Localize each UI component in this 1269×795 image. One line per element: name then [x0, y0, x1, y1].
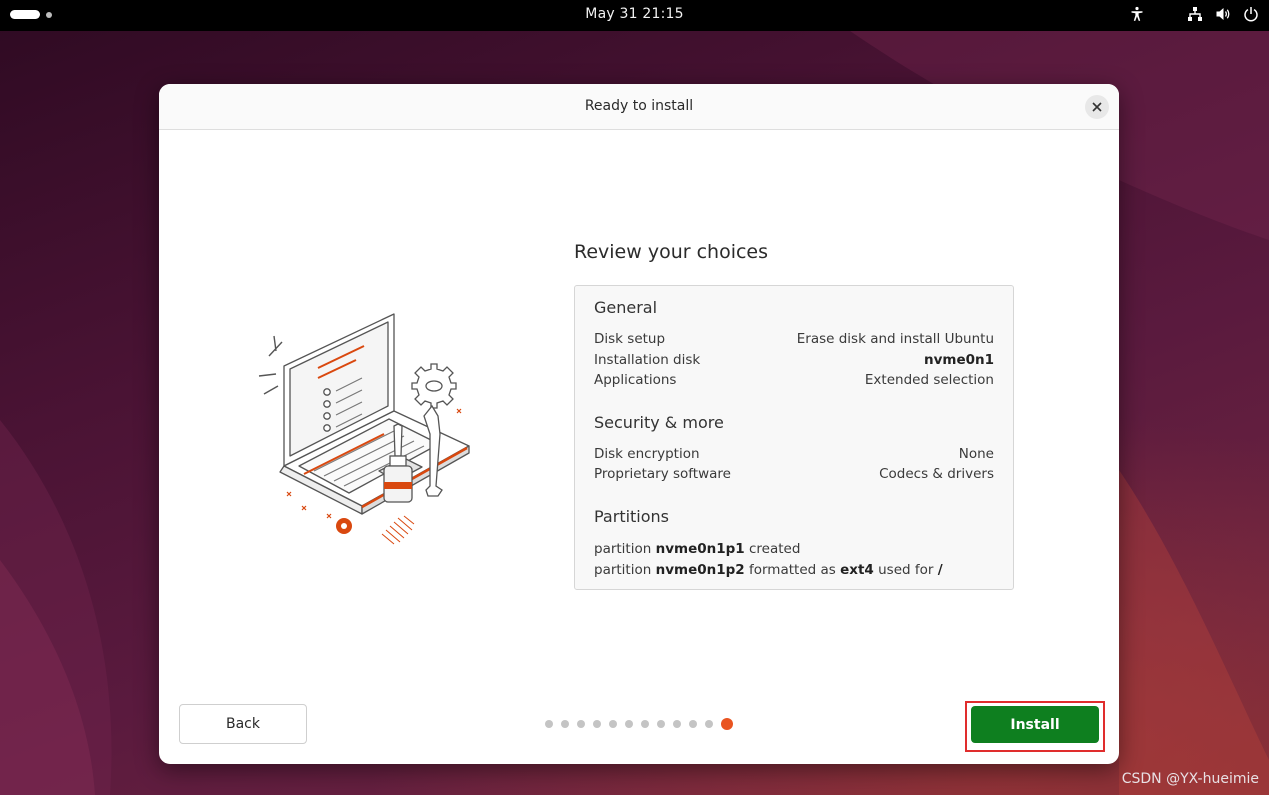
network-icon[interactable] — [1187, 6, 1203, 22]
partition-prefix: partition — [594, 541, 652, 557]
partition-mountpoint: / — [937, 562, 943, 578]
top-bar: May 31 21:15 — [0, 0, 1269, 31]
close-button[interactable] — [1085, 95, 1109, 119]
step-dot — [657, 720, 665, 728]
row-value: nvme0n1 — [923, 352, 994, 368]
step-dot — [625, 720, 633, 728]
partition-name: nvme0n1p1 — [655, 541, 745, 557]
system-tray[interactable] — [1129, 6, 1259, 22]
partition-use-text: used for — [878, 562, 934, 578]
step-dot-current — [721, 718, 733, 730]
row-value: Codecs & drivers — [879, 466, 994, 482]
step-dot — [705, 720, 713, 728]
install-button[interactable]: Install — [971, 706, 1099, 743]
row-value: Erase disk and install Ubuntu — [796, 331, 994, 347]
row-value: None — [958, 446, 994, 462]
accessibility-icon[interactable] — [1129, 6, 1145, 22]
row-label: Proprietary software — [594, 466, 731, 482]
volume-icon[interactable] — [1215, 6, 1231, 22]
laptop-tools-illustration — [258, 313, 470, 545]
step-dot — [609, 720, 617, 728]
row-label: Applications — [594, 372, 677, 388]
step-dot — [593, 720, 601, 728]
review-heading: Review your choices — [574, 241, 769, 263]
step-indicator — [545, 718, 733, 730]
install-highlight-box: Install — [965, 701, 1105, 752]
review-summary-card: General Disk setup Erase disk and instal… — [574, 285, 1014, 590]
general-section-title: General — [594, 298, 658, 317]
row-label: Disk setup — [594, 331, 666, 347]
partition-name: nvme0n1p2 — [655, 562, 745, 578]
row-label: Disk encryption — [594, 446, 700, 462]
row-label: Installation disk — [594, 352, 701, 368]
step-dot — [673, 720, 681, 728]
partition-prefix: partition — [594, 562, 652, 578]
watermark: CSDN @YX-hueimie — [1121, 771, 1259, 787]
installer-dialog: Ready to install Review your choices Gen… — [159, 84, 1119, 764]
dialog-title: Ready to install — [584, 98, 694, 114]
partition-line-2: partition nvme0n1p2 formatted as ext4 us… — [594, 562, 943, 578]
partition-action: created — [748, 541, 801, 557]
close-icon — [1092, 102, 1102, 112]
power-icon[interactable] — [1243, 6, 1259, 22]
partition-format-text: formatted as — [748, 562, 836, 578]
step-dot — [641, 720, 649, 728]
clock[interactable]: May 31 21:15 — [0, 6, 1269, 22]
back-button[interactable]: Back — [179, 704, 307, 744]
step-dot — [689, 720, 697, 728]
partition-line-1: partition nvme0n1p1 created — [594, 541, 800, 557]
security-section-title: Security & more — [594, 413, 724, 432]
partitions-section-title: Partitions — [594, 507, 670, 526]
step-dot — [577, 720, 585, 728]
step-dot — [545, 720, 553, 728]
partition-filesystem: ext4 — [840, 562, 874, 578]
row-value: Extended selection — [864, 372, 994, 388]
dialog-header: Ready to install — [159, 84, 1119, 130]
step-dot — [561, 720, 569, 728]
